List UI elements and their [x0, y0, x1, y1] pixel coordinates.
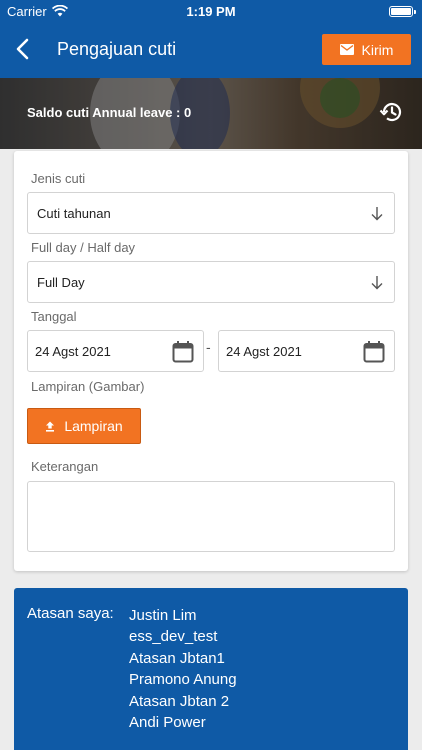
- tanggal-label: Tanggal: [31, 309, 77, 324]
- jenis-cuti-label: Jenis cuti: [31, 171, 86, 186]
- status-bar: Carrier 1:19 PM: [0, 0, 422, 22]
- leave-form-card: Jenis cuti Cuti tahunan Full day / Half …: [14, 151, 408, 571]
- atasan-list: Justin Lim ess_dev_test Atasan Jbtan1 Pr…: [129, 605, 237, 733]
- page-title: Pengajuan cuti: [57, 39, 177, 59]
- kirim-button-label: Kirim: [361, 41, 394, 58]
- atasan-name: ess_dev_test: [129, 628, 218, 646]
- day-type-value: Full Day: [37, 275, 85, 290]
- start-date-value: 24 Agst 2021: [35, 344, 111, 359]
- app-header: Carrier 1:19 PM Pengajuan cuti Kirim: [0, 0, 422, 78]
- keterangan-label: Keterangan: [31, 459, 99, 474]
- atasan-name: Atasan Jbtan 2: [129, 692, 230, 710]
- arrow-down-icon: [371, 207, 383, 221]
- lampiran-button[interactable]: Lampiran: [27, 408, 141, 444]
- jenis-cuti-value: Cuti tahunan: [37, 206, 111, 221]
- upload-icon: [46, 421, 55, 432]
- day-type-label: Full day / Half day: [31, 240, 136, 255]
- start-date-field[interactable]: 24 Agst 2021: [27, 330, 204, 372]
- atasan-name: Pramono Anung: [129, 671, 237, 689]
- atasan-label: Atasan saya:: [27, 605, 114, 622]
- arrow-down-icon: [371, 276, 383, 290]
- atasan-name: Atasan Jbtan1: [129, 649, 225, 667]
- status-time: 1:19 PM: [186, 4, 236, 19]
- jenis-cuti-select[interactable]: Cuti tahunan: [27, 192, 395, 234]
- end-date-field[interactable]: 24 Agst 2021: [218, 330, 395, 372]
- date-separator: -: [206, 339, 211, 355]
- atasan-name: Andi Power: [129, 713, 206, 731]
- lampiran-button-label: Lampiran: [64, 418, 123, 434]
- keterangan-textarea[interactable]: [27, 481, 395, 552]
- battery-icon: [389, 6, 416, 17]
- mail-icon: [339, 44, 354, 55]
- back-arrow-icon[interactable]: [12, 36, 34, 62]
- lampiran-label: Lampiran (Gambar): [31, 379, 145, 394]
- atasan-panel: Atasan saya: Justin Lim ess_dev_test Ata…: [14, 588, 408, 750]
- calendar-icon: [172, 341, 194, 363]
- end-date-value: 24 Agst 2021: [226, 344, 302, 359]
- saldo-cuti-text: Saldo cuti Annual leave : 0: [27, 105, 192, 120]
- atasan-name: Justin Lim: [129, 607, 197, 624]
- history-icon[interactable]: [379, 100, 403, 124]
- kirim-button[interactable]: Kirim: [322, 34, 411, 65]
- banner-image: Saldo cuti Annual leave : 0: [0, 78, 422, 149]
- day-type-select[interactable]: Full Day: [27, 261, 395, 303]
- calendar-icon: [363, 341, 385, 363]
